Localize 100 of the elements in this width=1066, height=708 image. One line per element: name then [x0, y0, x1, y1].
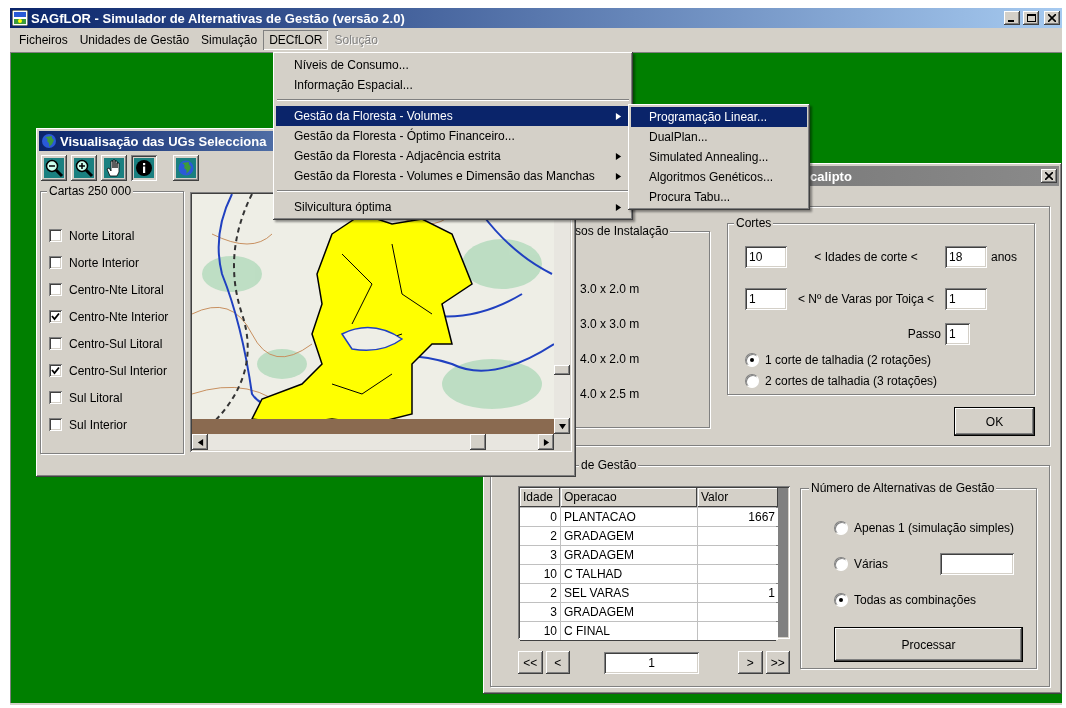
- checkbox-label: Norte Interior: [69, 255, 140, 270]
- close-button[interactable]: [1044, 11, 1060, 25]
- table-cell: 3: [520, 603, 560, 621]
- hand-icon: [104, 158, 124, 178]
- table-cell: 10: [520, 622, 560, 640]
- checkbox-label: Sul Interior: [69, 417, 128, 432]
- menu-item[interactable]: Gestão da Floresta - Volumes e Dimensão das Manchas: [276, 166, 630, 186]
- scroll-left-button[interactable]: [192, 434, 208, 450]
- minimize-button[interactable]: [1004, 11, 1020, 25]
- menu-bar-item[interactable]: Unidades de Gestão: [73, 30, 196, 50]
- checkbox-label: Centro-Nte Litoral: [69, 282, 164, 297]
- menu-bar-item[interactable]: Ficheiros: [13, 30, 74, 50]
- maximize-button[interactable]: [1023, 11, 1039, 25]
- tool-button[interactable]: [131, 155, 157, 181]
- field-label: < Nº de Varas por Toiça <: [797, 292, 935, 306]
- table-cell: 1667: [698, 508, 778, 526]
- checkmark-icon: [51, 366, 60, 375]
- scrollbar-thumb[interactable]: [554, 365, 570, 375]
- menu-item[interactable]: Simulated Annealing...: [631, 147, 807, 167]
- group-title: Cartas 250 000: [47, 184, 134, 198]
- info-icon: [134, 158, 154, 178]
- menu-item[interactable]: Procura Tabu...: [631, 187, 807, 207]
- last-page-button[interactable]: >>: [765, 651, 790, 674]
- option-label: 4.0 x 2.0 m: [580, 352, 641, 368]
- tool-button[interactable]: [41, 155, 67, 181]
- tool-button[interactable]: [71, 155, 97, 181]
- unit-label: anos: [991, 250, 1018, 264]
- checkbox[interactable]: [49, 391, 62, 404]
- scroll-down-button[interactable]: [554, 418, 570, 434]
- close-icon: [1048, 14, 1056, 22]
- left-arrow-icon: [196, 438, 204, 446]
- globe-icon: [176, 158, 196, 178]
- group-title: Número de Alternativas de Gestão: [809, 481, 997, 495]
- menu-bar-item[interactable]: Simulação: [195, 30, 264, 50]
- column-header[interactable]: Valor: [698, 488, 778, 507]
- scrollbar-thumb[interactable]: [470, 434, 486, 450]
- checkbox-label: Norte Litoral: [69, 228, 135, 243]
- horizontal-scrollbar[interactable]: [192, 434, 554, 450]
- menu-item[interactable]: Gestão da Floresta - Óptimo Financeiro...: [276, 126, 630, 146]
- column-header[interactable]: Idade: [520, 488, 560, 507]
- input-field[interactable]: 18: [945, 246, 987, 268]
- menu-item[interactable]: Gestão da Floresta - Volumes: [276, 106, 630, 126]
- close-button[interactable]: [1041, 169, 1057, 183]
- checkbox[interactable]: [49, 364, 62, 377]
- checkbox-label: Sul Litoral: [69, 390, 123, 405]
- checkbox[interactable]: [49, 337, 62, 350]
- table-cell: 10: [520, 565, 560, 583]
- checkbox[interactable]: [49, 283, 62, 296]
- checkbox[interactable]: [49, 229, 62, 242]
- checkmark-icon: [51, 312, 60, 321]
- radio-button[interactable]: [745, 373, 759, 388]
- input-field[interactable]: 10: [745, 246, 787, 268]
- process-button[interactable]: Processar: [834, 627, 1023, 662]
- menu-item[interactable]: Silvicultura óptima: [276, 197, 630, 217]
- radio-button[interactable]: [834, 521, 848, 535]
- tool-button[interactable]: [101, 155, 127, 181]
- scroll-right-button[interactable]: [538, 434, 554, 450]
- input-field[interactable]: 1: [945, 323, 970, 345]
- table-cell: C TALHAD: [561, 565, 697, 583]
- previous-page-button[interactable]: <: [545, 651, 570, 674]
- input-field[interactable]: 1: [745, 288, 787, 310]
- column-header[interactable]: Operacao: [561, 488, 697, 507]
- menu-item[interactable]: Gestão da Floresta - Adjacência estrita: [276, 146, 630, 166]
- field-label: Passo: [907, 327, 941, 341]
- table-cell: 2: [520, 584, 560, 602]
- checkbox[interactable]: [49, 310, 62, 323]
- checkbox[interactable]: [49, 418, 62, 431]
- menu-bar-item[interactable]: DECfLOR: [263, 30, 329, 50]
- input-field[interactable]: [940, 553, 1014, 575]
- table-cell: 3: [520, 546, 560, 564]
- page-field[interactable]: 1: [604, 651, 699, 674]
- radio-label: Várias: [854, 557, 889, 571]
- first-page-button[interactable]: <<: [518, 651, 543, 674]
- ok-button[interactable]: OK: [954, 407, 1035, 436]
- table-cell: GRADAGEM: [561, 603, 697, 621]
- table-cell: 0: [520, 508, 560, 526]
- menu-item[interactable]: Níveis de Consumo...: [276, 55, 630, 75]
- table-cell: PLANTACAO: [561, 508, 697, 526]
- menu-item[interactable]: DualPlan...: [631, 127, 807, 147]
- radio-button[interactable]: [834, 557, 848, 571]
- table-cell: 1: [698, 584, 778, 602]
- field-label: < Idades de corte <: [813, 250, 919, 264]
- menu-item[interactable]: Informação Espacial...: [276, 75, 630, 95]
- radio-button[interactable]: [834, 593, 848, 607]
- checkbox-label: Centro-Sul Litoral: [69, 336, 163, 351]
- menu-item[interactable]: Programação Linear...: [631, 107, 807, 127]
- checkbox[interactable]: [49, 256, 62, 269]
- menu-item[interactable]: Algoritmos Genéticos...: [631, 167, 807, 187]
- group-title: Cortes: [734, 216, 774, 230]
- right-arrow-icon: [542, 438, 550, 446]
- group-title: sos de Instalação: [573, 224, 671, 238]
- table-cell: GRADAGEM: [561, 546, 697, 564]
- group-title: de Gestão: [579, 458, 639, 472]
- dialog-title: calipto: [810, 168, 852, 184]
- zoom-in-icon: [74, 158, 94, 178]
- radio-button[interactable]: [745, 352, 759, 367]
- option-label: 4.0 x 2.5 m: [580, 387, 641, 403]
- tool-button[interactable]: [173, 155, 199, 181]
- input-field[interactable]: 1: [945, 288, 987, 310]
- next-page-button[interactable]: >: [738, 651, 763, 674]
